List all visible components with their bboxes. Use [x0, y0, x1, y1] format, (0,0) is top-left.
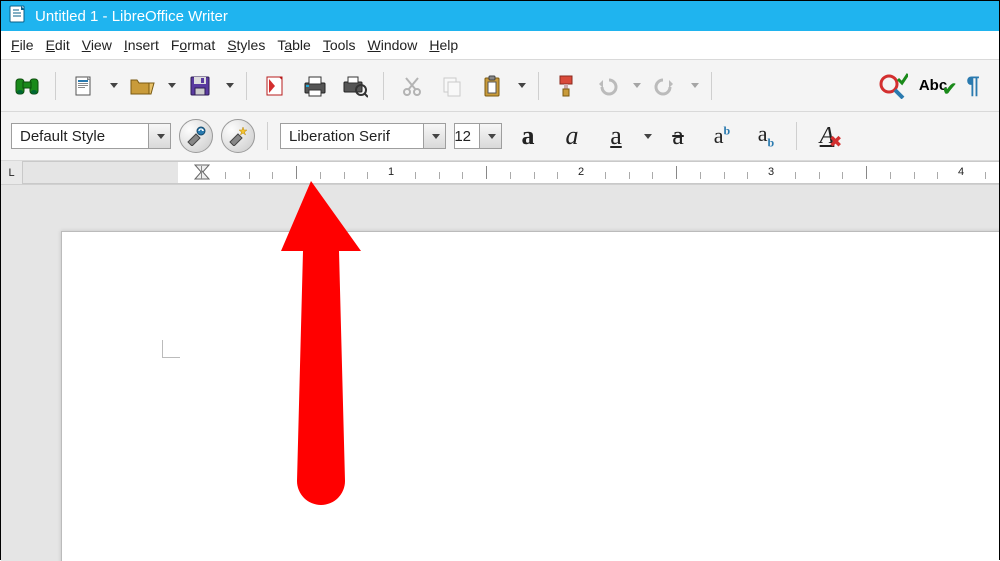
new-style-button[interactable]	[221, 119, 255, 153]
underline-button[interactable]: a	[598, 120, 634, 152]
ruler-number: 2	[578, 166, 584, 178]
menu-format[interactable]: Format	[171, 37, 215, 53]
subscript-icon: ab	[758, 121, 774, 150]
paste-dropdown[interactable]	[518, 83, 526, 88]
horizontal-ruler[interactable]: 12345	[23, 161, 999, 184]
paragraph-style-combo[interactable]: Default Style	[11, 123, 171, 149]
formatting-toolbar: Default Style Liberation Serif 12 a a a	[1, 111, 999, 161]
abc-icon: Abc✔	[919, 77, 947, 94]
window-title: Untitled 1 - LibreOffice Writer	[35, 8, 228, 25]
font-name-value[interactable]: Liberation Serif	[281, 124, 423, 148]
toolbar-separator	[246, 72, 247, 100]
export-pdf-button[interactable]	[259, 70, 291, 102]
open-dropdown[interactable]	[168, 83, 176, 88]
copy-button[interactable]	[436, 70, 468, 102]
toolbar-separator	[267, 122, 268, 150]
font-size-dropdown[interactable]	[479, 124, 501, 148]
menubar: File Edit View Insert Format Styles Table Tools…	[1, 31, 999, 59]
open-button[interactable]	[126, 70, 158, 102]
ruler-number: 1	[388, 166, 394, 178]
menu-table[interactable]: Table	[277, 37, 310, 53]
standard-toolbar: Abc✔ ¶	[1, 59, 999, 111]
bold-icon: a	[522, 121, 535, 151]
titlebar: Untitled 1 - LibreOffice Writer	[1, 1, 999, 31]
menu-file[interactable]: File	[11, 37, 34, 53]
redo-button[interactable]	[649, 70, 681, 102]
save-dropdown[interactable]	[226, 83, 234, 88]
text-boundary-corner	[162, 340, 180, 358]
paragraph-style-value[interactable]: Default Style	[12, 124, 148, 148]
clear-formatting-button[interactable]: A✖	[809, 120, 845, 152]
clear-formatting-icon: A✖	[820, 123, 835, 150]
update-style-button[interactable]	[179, 119, 213, 153]
ruler-number: 3	[768, 166, 774, 178]
toolbar-separator	[796, 122, 797, 150]
menu-edit[interactable]: Edit	[46, 37, 70, 53]
ruler-row: L 12345	[1, 161, 999, 185]
page[interactable]	[61, 231, 999, 561]
app-icon	[9, 5, 35, 27]
font-size-combo[interactable]: 12	[454, 123, 502, 149]
strikethrough-button[interactable]: a	[660, 120, 696, 152]
document-area[interactable]	[1, 185, 999, 561]
print-preview-button[interactable]	[339, 70, 371, 102]
undo-button[interactable]	[591, 70, 623, 102]
menu-window[interactable]: Window	[368, 37, 418, 53]
bold-button[interactable]: a	[510, 120, 546, 152]
clone-formatting-button[interactable]	[551, 70, 583, 102]
find-replace-button[interactable]	[11, 70, 43, 102]
menu-tools[interactable]: Tools	[323, 37, 356, 53]
cut-button[interactable]	[396, 70, 428, 102]
pilcrow-icon: ¶	[966, 72, 979, 100]
new-document-dropdown[interactable]	[110, 83, 118, 88]
spellcheck-button[interactable]	[877, 70, 909, 102]
print-button[interactable]	[299, 70, 331, 102]
toolbar-separator	[711, 72, 712, 100]
underline-icon: a	[610, 121, 622, 151]
toolbar-separator	[538, 72, 539, 100]
formatting-marks-button[interactable]: ¶	[957, 70, 989, 102]
paste-button[interactable]	[476, 70, 508, 102]
font-name-dropdown[interactable]	[423, 124, 445, 148]
font-name-combo[interactable]: Liberation Serif	[280, 123, 446, 149]
redo-dropdown[interactable]	[691, 83, 699, 88]
ruler-number: 4	[958, 166, 964, 178]
toolbar-separator	[383, 72, 384, 100]
superscript-button[interactable]: ab	[704, 120, 740, 152]
subscript-button[interactable]: ab	[748, 120, 784, 152]
underline-dropdown[interactable]	[644, 134, 652, 139]
font-size-value[interactable]: 12	[455, 124, 479, 148]
paragraph-style-dropdown[interactable]	[148, 124, 170, 148]
menu-insert[interactable]: Insert	[124, 37, 159, 53]
italic-icon: a	[566, 121, 579, 151]
italic-button[interactable]: a	[554, 120, 590, 152]
menu-help[interactable]: Help	[429, 37, 458, 53]
strikethrough-icon: a	[672, 121, 684, 151]
toolbar-separator	[55, 72, 56, 100]
menu-view[interactable]: View	[82, 37, 112, 53]
superscript-icon: ab	[714, 123, 730, 149]
new-document-button[interactable]	[68, 70, 100, 102]
save-button[interactable]	[184, 70, 216, 102]
indent-marker-icon[interactable]	[194, 164, 210, 180]
ruler-gutter[interactable]: L	[1, 161, 23, 184]
menu-styles[interactable]: Styles	[227, 37, 265, 53]
undo-dropdown[interactable]	[633, 83, 641, 88]
auto-spellcheck-button[interactable]: Abc✔	[917, 70, 949, 102]
